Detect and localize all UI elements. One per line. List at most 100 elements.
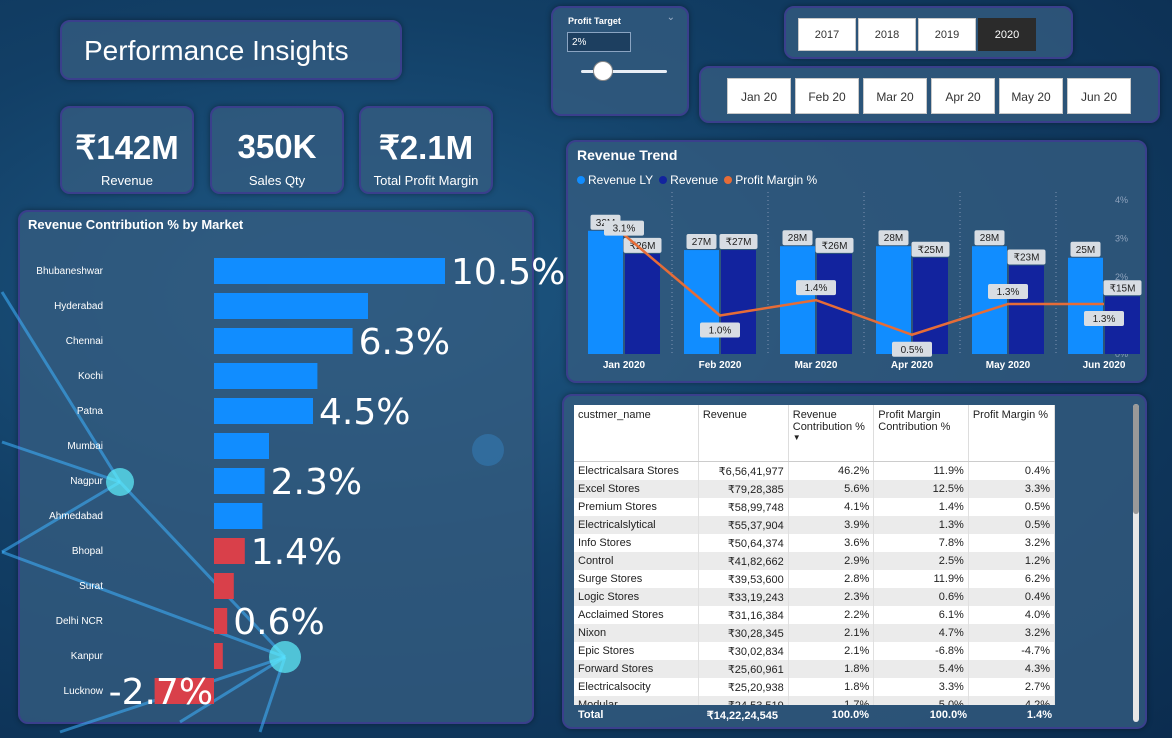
- table-row[interactable]: Modular₹24,53,5191.7%5.0%4.2%: [574, 696, 1055, 705]
- column-header[interactable]: Revenue: [698, 405, 789, 462]
- bar-revenue[interactable]: [817, 253, 852, 354]
- profit-target-slicer: Profit Target ⌄: [551, 6, 689, 116]
- table-cell: 2.5%: [873, 552, 969, 570]
- month-button[interactable]: May 20: [999, 78, 1063, 114]
- table-cell: 4.7%: [873, 624, 969, 642]
- table-cell: ₹24,53,519: [698, 696, 789, 705]
- y-tick-label: Mumbai: [67, 441, 103, 452]
- table-row[interactable]: Electricalsocity ₹25,20,938 1.8% 3.3% 2.7%: [574, 678, 1055, 696]
- column-header[interactable]: Revenue Contribution % ▼: [788, 405, 875, 462]
- table-cell: 3.6%: [788, 534, 875, 552]
- year-button-2020[interactable]: 2020: [978, 18, 1036, 51]
- kpi-card-profit-margin: ₹2.1M Total Profit Margin: [359, 106, 493, 194]
- customer-table: custmer_name Revenue Revenue Contribution …: [574, 405, 1055, 705]
- table-row[interactable]: Control ₹41,82,662 2.9% 2.5% 1.2%: [574, 552, 1055, 570]
- kpi-card-revenue: ₹142M Revenue: [60, 106, 194, 194]
- year-button-2018[interactable]: 2018: [858, 18, 916, 51]
- table-cell: 3.2%: [968, 624, 1055, 642]
- table-row[interactable]: Surge Stores ₹39,53,600 2.8% 11.9% 6.2%: [574, 570, 1055, 588]
- bar-revenue-ly[interactable]: [1068, 257, 1103, 354]
- month-button[interactable]: Jan 20: [727, 78, 791, 114]
- data-label-revenue-ly: 28M: [884, 233, 903, 244]
- year-button-2019[interactable]: 2019: [918, 18, 976, 51]
- y-tick-label: Hyderabad: [54, 301, 103, 312]
- data-label-revenue-ly: 27M: [692, 237, 711, 248]
- table-cell: ₹58,99,748: [698, 498, 789, 516]
- column-header[interactable]: Profit Margin %: [968, 405, 1055, 462]
- table-cell: Surge Stores: [574, 570, 699, 588]
- profit-target-input[interactable]: [567, 32, 631, 52]
- table-scrollbar[interactable]: [1133, 404, 1139, 722]
- table-cell: 3.9%: [788, 516, 875, 534]
- table-cell: 4.1%: [788, 498, 875, 516]
- table-row[interactable]: Epic Stores ₹30,02,834 2.1% -6.8% -4.7%: [574, 642, 1055, 660]
- bar-market-contribution[interactable]: [214, 468, 265, 494]
- table-cell: 0.4%: [968, 588, 1055, 606]
- bar-revenue-ly[interactable]: [876, 246, 911, 354]
- table-cell: 1.8%: [788, 678, 875, 696]
- month-button[interactable]: Jun 20: [1067, 78, 1131, 114]
- column-header[interactable]: custmer_name: [574, 405, 699, 462]
- year-button-2017[interactable]: 2017: [798, 18, 856, 51]
- bar-market-contribution[interactable]: [214, 258, 445, 284]
- dashboard-title-card: Performance Insights: [60, 20, 402, 80]
- table-row[interactable]: Info Stores ₹50,64,374 3.6% 7.8% 3.2%: [574, 534, 1055, 552]
- table-row[interactable]: Excel Stores ₹79,28,385 5.6% 12.5% 3.3%: [574, 480, 1055, 498]
- column-header-label: Revenue Contribution %: [792, 409, 865, 433]
- month-button[interactable]: Apr 20: [931, 78, 995, 114]
- table-row[interactable]: Nixon ₹30,28,345 2.1% 4.7% 3.2%: [574, 624, 1055, 642]
- bar-market-contribution[interactable]: [214, 538, 245, 564]
- bar-revenue[interactable]: [625, 253, 660, 354]
- bar-revenue-ly[interactable]: [588, 230, 623, 354]
- bar-market-contribution[interactable]: [214, 433, 269, 459]
- bar-market-contribution[interactable]: [214, 608, 228, 634]
- data-label-market-contribution: 4.5%: [319, 392, 410, 433]
- bar-market-contribution[interactable]: [214, 293, 368, 319]
- table-row[interactable]: Electricalslytical ₹55,37,904 3.9% 1.3% 0.5%: [574, 516, 1055, 534]
- data-label-revenue-ly: 28M: [980, 233, 999, 244]
- data-label-profit-margin: 0.5%: [901, 345, 924, 356]
- table-row[interactable]: Forward Stores ₹25,60,961 1.8% 5.4% 4.3%: [574, 660, 1055, 678]
- table-cell: 2.8%: [788, 570, 875, 588]
- bar-market-contribution[interactable]: [214, 328, 353, 354]
- x-tick-label: Mar 2020: [795, 360, 838, 371]
- column-header[interactable]: Profit Margin Contribution %: [873, 405, 969, 462]
- table-row[interactable]: Premium Stores ₹58,99,748 4.1% 1.4% 0.5%: [574, 498, 1055, 516]
- customer-table-card: custmer_name Revenue Revenue Contribution …: [562, 394, 1147, 729]
- table-cell: Excel Stores: [574, 480, 699, 498]
- bar-market-contribution[interactable]: [214, 503, 263, 529]
- table-cell: 1.4%: [873, 498, 969, 516]
- y-tick-label: Kanpur: [71, 651, 104, 662]
- bar-market-contribution[interactable]: [214, 643, 223, 669]
- month-button[interactable]: Feb 20: [795, 78, 859, 114]
- table-cell: Epic Stores: [574, 642, 699, 660]
- bar-revenue[interactable]: [1009, 265, 1044, 354]
- bar-revenue[interactable]: [721, 250, 756, 354]
- table-cell: ₹31,16,384: [698, 606, 789, 624]
- bar-market-contribution[interactable]: [214, 363, 318, 389]
- x-tick-label: May 2020: [986, 360, 1031, 371]
- table-cell: 2.3%: [788, 588, 875, 606]
- table-cell: Premium Stores: [574, 498, 699, 516]
- data-label-revenue-ly: 25M: [1076, 245, 1095, 256]
- bar-revenue-ly[interactable]: [684, 250, 719, 354]
- x-tick-label: Apr 2020: [891, 360, 934, 371]
- month-slicer: Jan 20 Feb 20 Mar 20 Apr 20 May 20 Jun 20: [699, 66, 1160, 123]
- bar-market-contribution[interactable]: [214, 573, 234, 599]
- month-button[interactable]: Mar 20: [863, 78, 927, 114]
- table-row[interactable]: Logic Stores ₹33,19,243 2.3% 0.6% 0.4%: [574, 588, 1055, 606]
- sort-descending-icon[interactable]: ▼: [793, 433, 870, 442]
- x-tick-label: Jun 2020: [1083, 360, 1126, 371]
- table-row[interactable]: Electricalsara Stores ₹6,56,41,977 46.2% 11…: [574, 461, 1055, 480]
- bar-market-contribution[interactable]: [214, 398, 313, 424]
- table-cell: 3.3%: [873, 678, 969, 696]
- bar-revenue-ly[interactable]: [972, 246, 1007, 354]
- y-tick-label: Nagpur: [70, 476, 103, 487]
- table-cell: ₹41,82,662: [698, 552, 789, 570]
- chevron-down-icon[interactable]: ⌄: [667, 12, 675, 23]
- table-row[interactable]: Acclaimed Stores ₹31,16,384 2.2% 6.1% 4.0%: [574, 606, 1055, 624]
- table-cell: 1.3%: [873, 516, 969, 534]
- slider-handle[interactable]: [592, 61, 613, 81]
- scrollbar-thumb[interactable]: [1133, 404, 1139, 514]
- bar-revenue[interactable]: [913, 257, 948, 354]
